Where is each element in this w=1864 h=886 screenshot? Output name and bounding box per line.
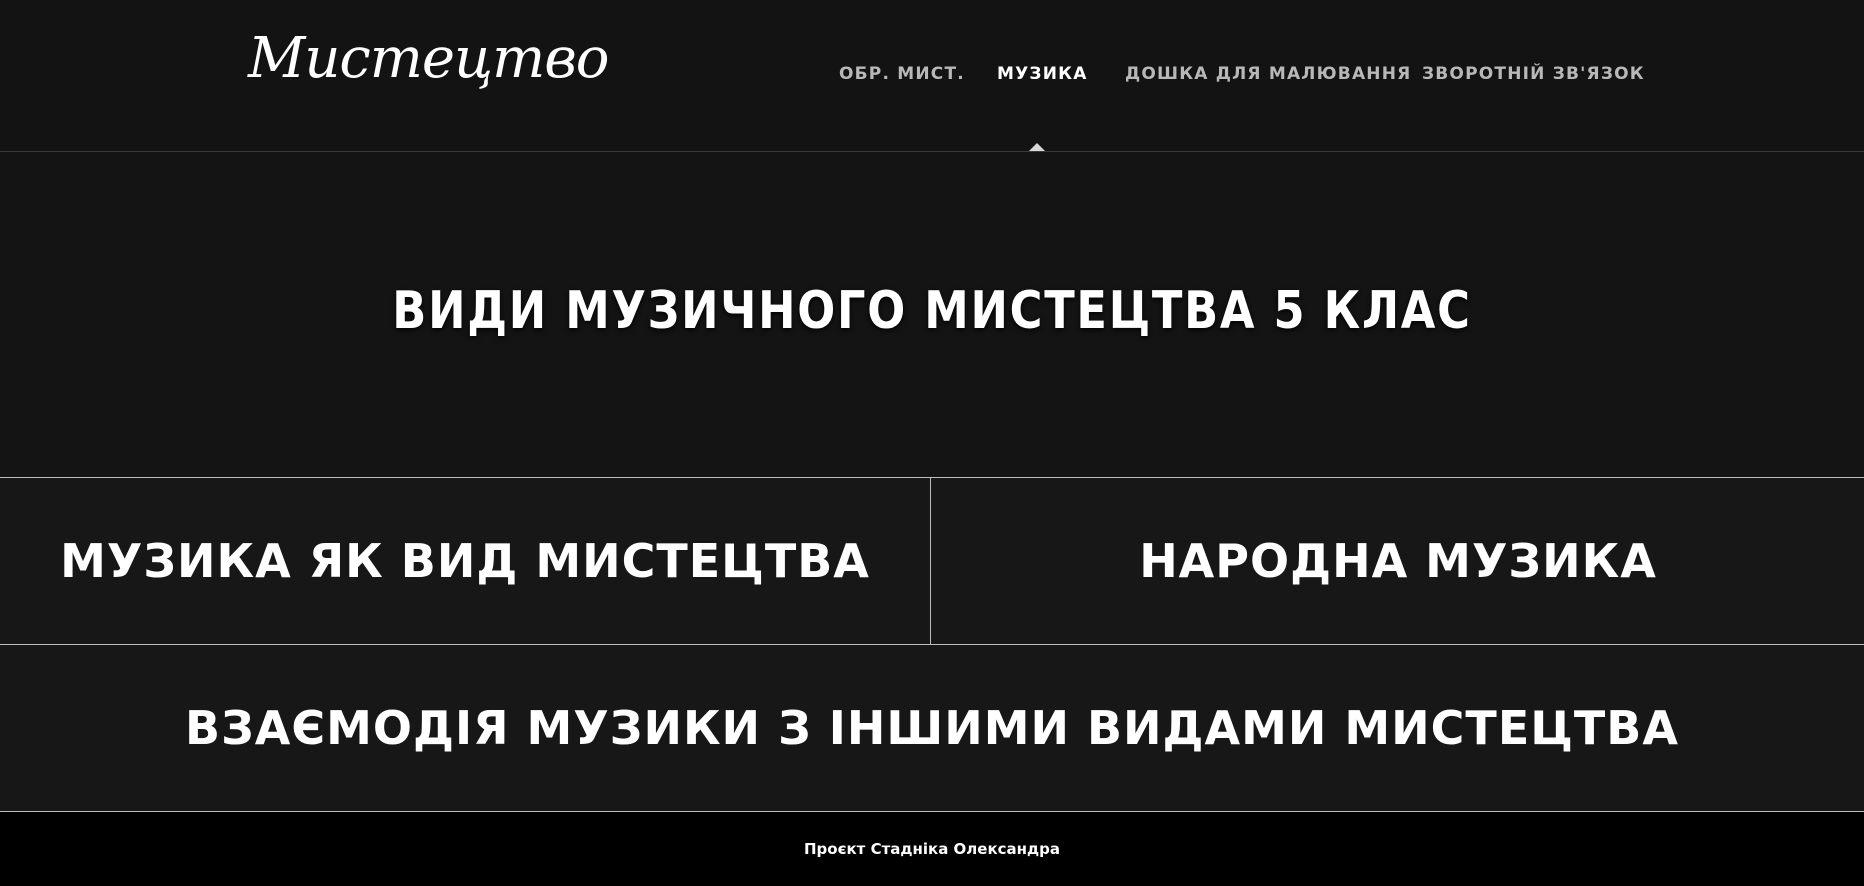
nav-item-drawing-board[interactable]: ДОШКА ДЛЯ МАЛЮВАННЯ [1125,64,1411,84]
hero-section: ВИДИ МУЗИЧНОГО МИСТЕЦТВА 5 КЛАС [0,153,1864,477]
tile-label: ВЗАЄМОДІЯ МУЗИКИ З ІНШИМИ ВИДАМИ МИСТЕЦТ… [185,701,1679,755]
nav-item-feedback[interactable]: ЗВОРОТНІЙ ЗВ'ЯЗОК [1422,64,1645,84]
tile-label: НАРОДНА МУЗИКА [1139,534,1657,588]
page-title: ВИДИ МУЗИЧНОГО МИСТЕЦТВА 5 КЛАС [392,281,1472,341]
tile-music-as-art-form[interactable]: МУЗИКА ЯК ВИД МИСТЕЦТВА [0,477,931,645]
tile-music-interaction-with-arts[interactable]: ВЗАЄМОДІЯ МУЗИКИ З ІНШИМИ ВИДАМИ МИСТЕЦТ… [0,644,1864,812]
tile-folk-music[interactable]: НАРОДНА МУЗИКА [930,477,1864,645]
main-nav: ОБР. МИСТ. МУЗИКА ДОШКА ДЛЯ МАЛЮВАННЯ ЗВ… [0,64,1864,90]
site-footer: Проєкт Стадніка Олександра [0,812,1864,886]
site-header: Мистецтво ОБР. МИСТ. МУЗИКА ДОШКА ДЛЯ МА… [0,0,1864,152]
nav-item-fine-art[interactable]: ОБР. МИСТ. [839,64,965,84]
nav-item-music[interactable]: МУЗИКА [997,64,1088,84]
tile-label: МУЗИКА ЯК ВИД МИСТЕЦТВА [60,534,870,588]
active-nav-caret-icon [1029,143,1045,151]
footer-credit: Проєкт Стадніка Олександра [804,840,1060,858]
